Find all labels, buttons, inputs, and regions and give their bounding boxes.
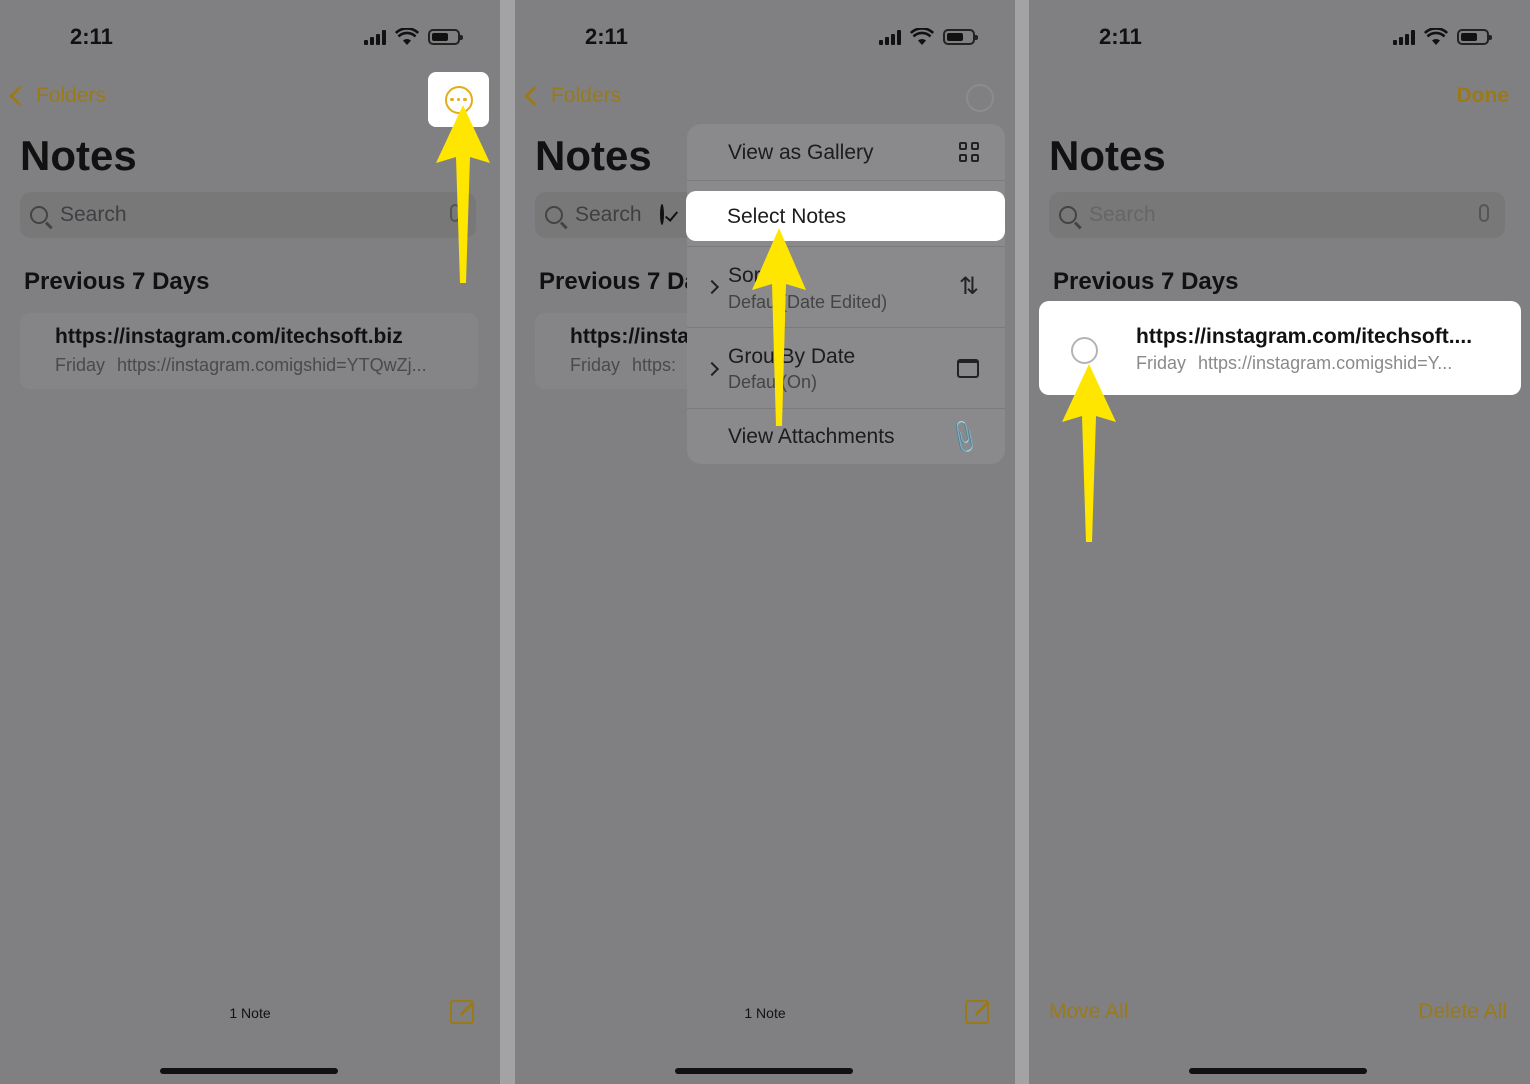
- menu-item-sublabel: Defau (Date Edited): [728, 292, 888, 312]
- search-placeholder: Search: [1089, 203, 1156, 226]
- paperclip-icon: 📎: [944, 418, 984, 457]
- menu-item-sublabel: Defau (On): [728, 372, 818, 392]
- search-input[interactable]: Search: [20, 192, 476, 238]
- menu-divider: [687, 246, 1005, 247]
- note-count: 1 Note: [744, 1005, 786, 1021]
- cellular-signal-icon: [1393, 29, 1415, 45]
- microphone-icon[interactable]: [1479, 204, 1489, 222]
- page-title: Notes: [535, 132, 652, 179]
- menu-item-select-notes[interactable]: Select Notes: [660, 191, 1005, 241]
- note-title: https://instagram.com/itechsoft....: [1136, 325, 1473, 348]
- status-icons: [879, 28, 978, 46]
- checkmark-circle-icon: [660, 204, 664, 225]
- note-subtitle: Friday https://instagram.comigshid=YTQwZj…: [55, 355, 478, 376]
- note-preview: https://instagram.comigshid=YTQwZj...: [117, 355, 427, 375]
- panel-divider: [1015, 0, 1029, 1084]
- wifi-icon: [910, 28, 934, 45]
- note-date: Friday: [570, 355, 621, 375]
- status-icons: [364, 28, 463, 46]
- menu-item-group[interactable]: Grou By Date Defau (On): [687, 328, 1005, 408]
- menu-item-label: Grou By Date: [728, 345, 856, 368]
- page-title: Notes: [1049, 132, 1166, 179]
- grid-icon: [959, 142, 979, 162]
- status-time: 2:11: [70, 24, 113, 49]
- menu-item-view-attachments[interactable]: View Attachments 📎: [687, 409, 1005, 464]
- compose-icon[interactable]: [450, 1000, 474, 1024]
- section-header: Previous 7 Days: [24, 268, 210, 295]
- options-menu: View as Gallery Sor Defau (Date Edited) …: [687, 124, 1005, 464]
- section-header: Previous 7 Days: [1053, 268, 1239, 295]
- menu-item-label: Sor: [728, 264, 761, 287]
- compose-icon[interactable]: [965, 1000, 989, 1024]
- chevron-right-icon: [704, 279, 720, 295]
- home-indicator: [675, 1068, 853, 1074]
- battery-icon: [428, 29, 463, 45]
- note-preview: https://instagram.comigshid=Y...: [1198, 353, 1453, 373]
- note-subtitle: Friday https://instagram.comigshid=Y...: [1136, 353, 1452, 374]
- screen-notes-menu: 2:11 Folders Notes Search Previous 7 Da …: [515, 0, 1015, 1084]
- sort-arrows-icon: ⇅: [958, 273, 979, 300]
- cellular-signal-icon: [879, 29, 901, 45]
- search-icon: [30, 206, 48, 224]
- chevron-left-icon: [9, 86, 29, 106]
- screen-notes-list: 2:11 Folders Notes Search Previous 7 Day…: [0, 0, 500, 1084]
- menu-item-label: View as Gallery: [728, 141, 874, 164]
- wifi-icon: [1424, 28, 1448, 45]
- done-button[interactable]: Done: [1457, 84, 1510, 108]
- battery-icon: [1457, 29, 1492, 45]
- cellular-signal-icon: [364, 29, 386, 45]
- screen-notes-select: 2:11 Done Notes Search Previous 7 Days M…: [1029, 0, 1529, 1084]
- search-placeholder: Search: [60, 203, 127, 226]
- move-all-button[interactable]: Move All: [1049, 1000, 1128, 1024]
- back-label: Folders: [36, 84, 107, 107]
- note-preview: https:: [632, 355, 677, 375]
- back-label: Folders: [551, 84, 622, 107]
- page-title: Notes: [20, 132, 137, 179]
- section-header: Previous 7 Da: [539, 268, 698, 295]
- home-indicator: [160, 1068, 338, 1074]
- back-button-folders[interactable]: Folders: [524, 84, 622, 108]
- note-list-item[interactable]: https://instagram.com/itechsoft.biz Frid…: [20, 313, 478, 389]
- microphone-icon[interactable]: [450, 204, 460, 222]
- panel-divider: [500, 0, 515, 1084]
- note-date: Friday: [55, 355, 106, 375]
- delete-all-button[interactable]: Delete All: [1418, 1000, 1507, 1024]
- menu-item-label: View Attachments: [728, 425, 895, 448]
- ellipsis-circle-icon: [444, 85, 473, 114]
- ellipsis-circle-icon[interactable]: [966, 84, 994, 112]
- status-icons: [1393, 28, 1492, 46]
- note-date: Friday: [1136, 353, 1187, 373]
- menu-item-label: Select Notes: [727, 205, 847, 228]
- status-time: 2:11: [1099, 24, 1142, 49]
- back-button-folders[interactable]: Folders: [9, 84, 107, 108]
- status-time: 2:11: [585, 24, 628, 49]
- note-title: https://instagram.com/itechsoft.biz: [55, 325, 403, 348]
- more-options-button[interactable]: [428, 72, 489, 127]
- menu-item-sort[interactable]: Sor Defau (Date Edited) ⇅: [687, 248, 1005, 326]
- menu-item-view-gallery[interactable]: View as Gallery: [687, 124, 1005, 180]
- search-placeholder: Search: [575, 203, 642, 226]
- menu-divider: [687, 180, 1005, 181]
- note-count: 1 Note: [229, 1005, 271, 1021]
- wifi-icon: [395, 28, 419, 45]
- calendar-icon: [957, 359, 979, 378]
- battery-icon: [943, 29, 978, 45]
- home-indicator: [1189, 1068, 1367, 1074]
- note-list-item-selectable[interactable]: https://instagram.com/itechsoft.... Frid…: [1039, 301, 1521, 395]
- search-icon: [1059, 206, 1077, 224]
- search-icon: [545, 206, 563, 224]
- chevron-right-icon: [704, 361, 720, 377]
- select-radio-button[interactable]: [1071, 337, 1098, 364]
- search-input[interactable]: Search: [1049, 192, 1505, 238]
- chevron-left-icon: [524, 86, 544, 106]
